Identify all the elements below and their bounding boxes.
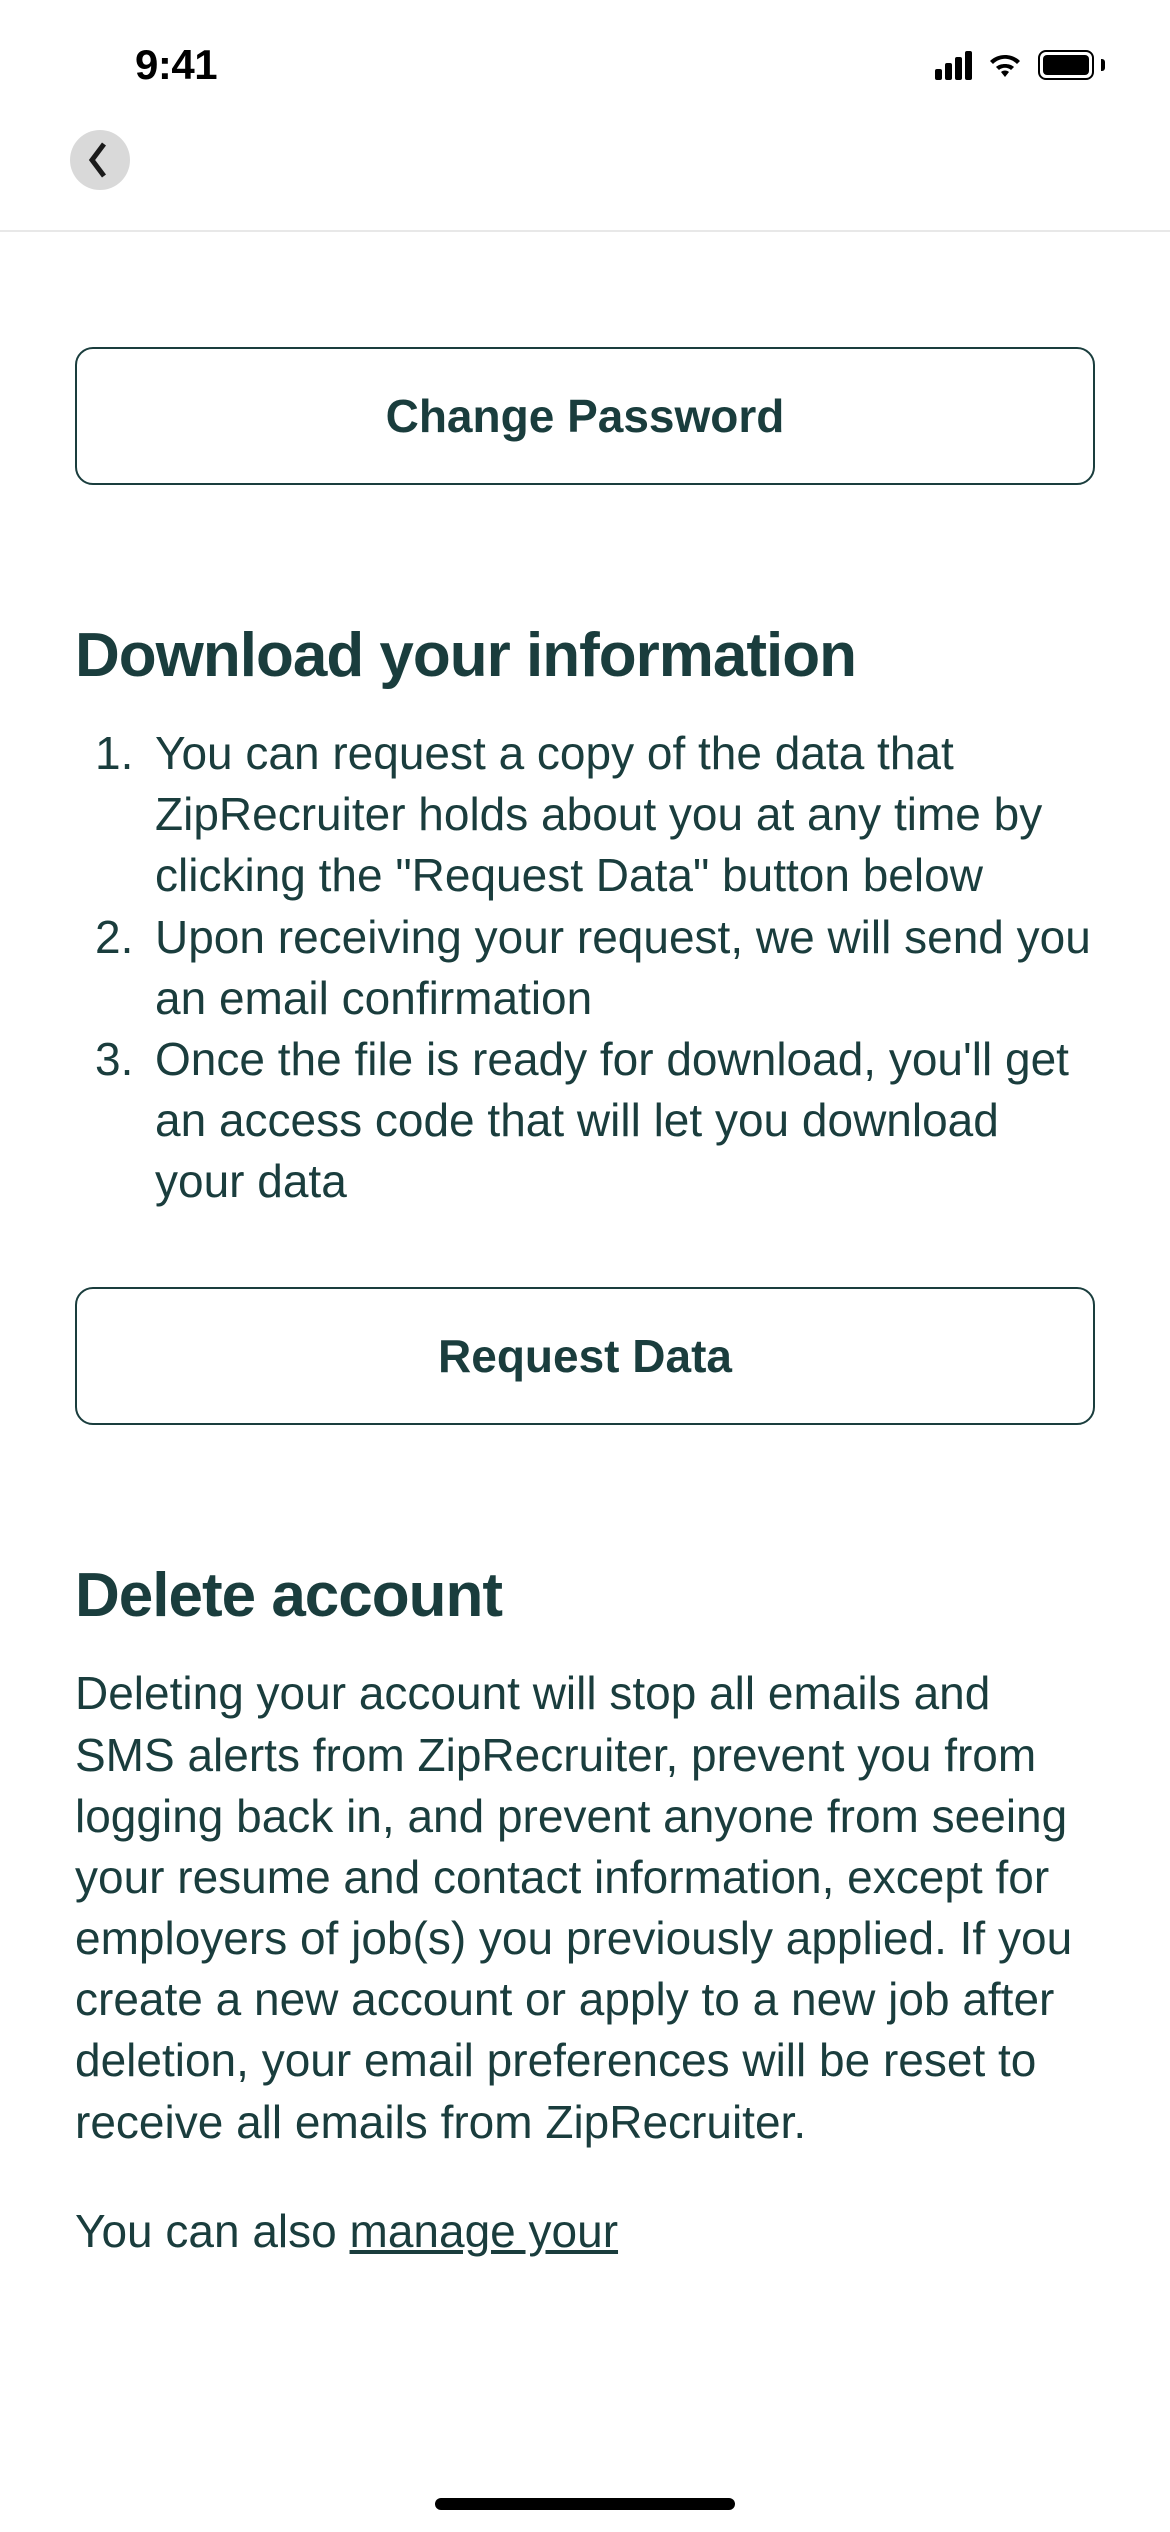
- battery-icon: [1038, 50, 1100, 80]
- status-icons: [935, 50, 1100, 80]
- download-info-item: Upon receiving your request, we will sen…: [75, 907, 1095, 1029]
- home-indicator[interactable]: [435, 2498, 735, 2510]
- delete-account-body: Deleting your account will stop all emai…: [75, 1663, 1095, 2152]
- download-info-item: Once the file is ready for download, you…: [75, 1029, 1095, 1213]
- download-info-list: You can request a copy of the data that …: [75, 723, 1095, 1212]
- download-info-title: Download your information: [75, 620, 1095, 691]
- chevron-left-icon: [86, 140, 110, 180]
- delete-account-partial: You can also manage your: [75, 2201, 1095, 2262]
- download-info-section: Download your information You can reques…: [75, 485, 1095, 1425]
- status-bar: 9:41: [0, 0, 1170, 120]
- delete-account-title: Delete account: [75, 1560, 1095, 1631]
- request-data-button[interactable]: Request Data: [75, 1287, 1095, 1425]
- download-info-item: You can request a copy of the data that …: [75, 723, 1095, 907]
- change-password-section: Change Password: [75, 232, 1095, 485]
- wifi-icon: [986, 51, 1024, 79]
- cellular-signal-icon: [935, 50, 972, 80]
- partial-prefix: You can also: [75, 2205, 350, 2257]
- manage-link[interactable]: manage your: [350, 2205, 619, 2257]
- back-button[interactable]: [70, 130, 130, 190]
- status-time: 9:41: [135, 41, 217, 89]
- nav-header: [0, 120, 1170, 230]
- delete-account-section: Delete account Deleting your account wil…: [75, 1425, 1095, 2262]
- change-password-button[interactable]: Change Password: [75, 347, 1095, 485]
